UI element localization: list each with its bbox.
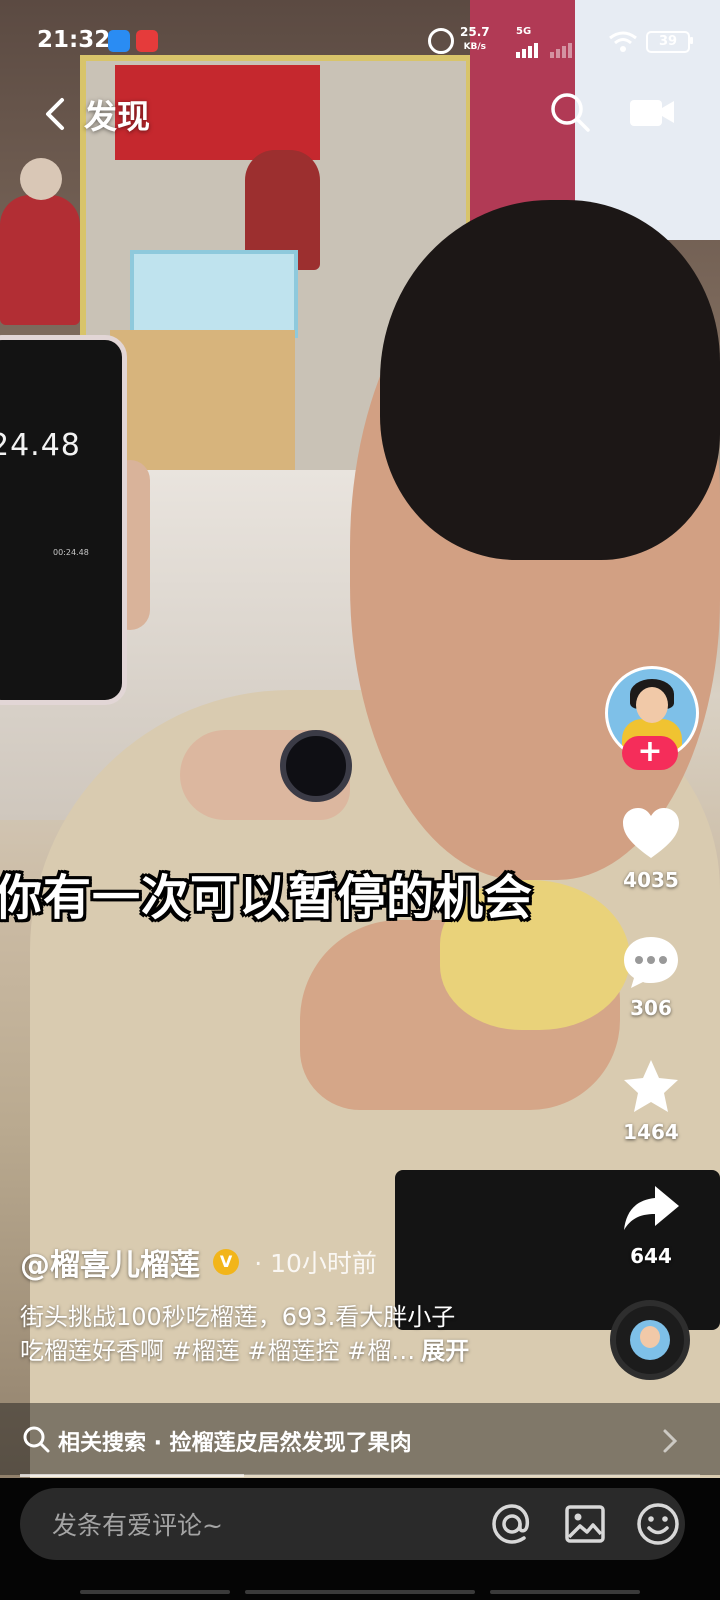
status-bar: 21:32 25.7 KB/s 5G 39	[0, 0, 720, 80]
pause-button-prop	[280, 730, 352, 802]
comment-button[interactable]: 306	[605, 934, 697, 1020]
status-indicators: 25.7 KB/s 5G 39	[420, 26, 720, 58]
nav-indicator	[80, 1590, 230, 1594]
network-type: 5G	[516, 26, 532, 37]
app-notification-icon	[136, 30, 158, 52]
alarm-icon	[428, 28, 454, 54]
boy-hair	[380, 200, 720, 560]
signal-secondary-icon	[550, 39, 574, 58]
emoji-icon[interactable]	[636, 1502, 680, 1546]
avatar-face	[636, 687, 668, 723]
author-name[interactable]: @榴喜儿榴莲	[20, 1248, 200, 1283]
related-search-bar[interactable]: 相关搜索 · 捡榴莲皮居然发现了果肉	[0, 1403, 720, 1475]
post-description[interactable]: 街头挑战100秒吃榴莲，693.看大胖小子 吃榴莲好香啊 #榴莲 #榴莲控 #榴…	[20, 1300, 560, 1368]
signal-icon	[516, 39, 540, 58]
video-progress-bar[interactable]	[20, 1474, 700, 1477]
music-disc[interactable]	[610, 1300, 690, 1380]
verified-badge-icon: V	[213, 1249, 240, 1275]
page-title: 发现	[84, 97, 150, 136]
share-arrow-icon	[624, 1186, 679, 1230]
background-person-head	[20, 158, 62, 200]
network-speed: 25.7 KB/s	[460, 26, 490, 54]
star-icon	[624, 1060, 678, 1112]
like-button[interactable]: 4035	[605, 806, 697, 892]
stall-counter	[110, 330, 295, 470]
description-text: 吃榴莲好香啊 #榴莲 #榴莲控 #榴…	[20, 1337, 416, 1365]
post-time: · 10小时前	[254, 1249, 377, 1278]
favorite-count: 1464	[623, 1120, 679, 1144]
comment-input[interactable]	[50, 1506, 454, 1544]
heart-icon	[623, 808, 679, 858]
app-notification-icon	[108, 30, 130, 52]
network-speed-unit: KB/s	[463, 42, 487, 52]
related-search-label: 相关搜索 · 捡榴莲皮居然发现了果肉	[58, 1431, 412, 1456]
video-camera-icon[interactable]	[628, 94, 676, 130]
status-time: 21:32	[37, 27, 111, 53]
battery-icon: 39	[646, 31, 690, 53]
comment-box[interactable]	[20, 1488, 685, 1560]
background-person	[0, 195, 80, 325]
comment-count: 306	[630, 996, 672, 1020]
share-count: 644	[630, 1244, 672, 1268]
network-speed-value: 25.7	[460, 25, 490, 39]
comment-bubble-icon	[624, 937, 678, 988]
expand-link[interactable]: 展开	[421, 1337, 469, 1365]
battery-tip	[690, 37, 693, 44]
stopwatch-phone: 24.48 00:24.48	[0, 335, 127, 705]
nav-indicator	[245, 1590, 475, 1594]
video-frame[interactable]: 24.48 00:24.48	[0, 0, 720, 1510]
favorite-button[interactable]: 1464	[605, 1058, 697, 1144]
video-caption: 你有一次可以暂停的机会	[0, 870, 534, 926]
display-case	[130, 250, 298, 338]
like-count: 4035	[623, 868, 679, 892]
back-arrow-icon[interactable]	[38, 94, 78, 134]
share-button[interactable]: 644	[605, 1182, 697, 1268]
music-cover	[630, 1320, 670, 1360]
search-icon[interactable]	[548, 90, 592, 134]
image-icon[interactable]	[564, 1504, 606, 1544]
stopwatch-subtime: 00:24.48	[53, 548, 89, 557]
author-line: @榴喜儿榴莲 V · 10小时前	[20, 1240, 377, 1283]
at-mention-icon[interactable]	[490, 1502, 534, 1546]
wifi-icon	[609, 31, 637, 52]
comment-bar	[0, 1478, 720, 1600]
video-progress-fill	[20, 1474, 245, 1477]
search-icon	[23, 1426, 50, 1453]
nav-indicator	[490, 1590, 640, 1594]
chevron-right-icon	[663, 1429, 678, 1453]
top-nav: 发现	[0, 80, 720, 150]
follow-button[interactable]: +	[622, 736, 678, 770]
stopwatch-time: 24.48	[0, 428, 81, 463]
description-line: 街头挑战100秒吃榴莲，693.看大胖小子	[20, 1303, 456, 1331]
description-line: 吃榴莲好香啊 #榴莲 #榴莲控 #榴… 展开	[20, 1334, 560, 1368]
